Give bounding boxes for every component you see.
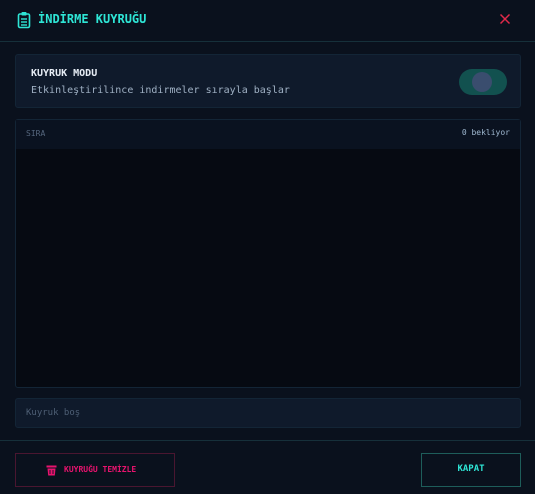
queue-mode-card: KUYRUK MODU Etkinleştirilince indirmeler… [15,54,521,108]
toggle-knob [472,72,492,92]
clear-queue-button[interactable]: KUYRUĞU TEMİZLE [15,453,175,487]
queue-count: 0 bekliyor [461,128,510,137]
dialog-footer: KUYRUĞU TEMİZLE KAPAT [0,440,535,494]
dialog-header: İNDİRME KUYRUĞU [0,0,535,42]
close-icon[interactable] [498,12,512,26]
queue-empty-state: Kuyruk boş [15,398,521,428]
clipboard-icon [17,12,31,29]
close-button-label: KAPAT [457,464,485,474]
queue-empty-text: Kuyruk boş [26,408,81,418]
download-queue-dialog: İNDİRME KUYRUĞU KUYRUK MODU Etkinleştiri… [0,0,535,494]
queue-mode-title: KUYRUK MODU [31,68,98,79]
queue-label: SIRA [26,129,46,138]
queue-mode-toggle[interactable] [459,69,507,95]
queue-list-panel: SIRA 0 bekliyor [15,119,521,388]
queue-mode-description: Etkinleştirilince indirmeler sırayla baş… [31,85,290,96]
close-button[interactable]: KAPAT [421,453,521,487]
queue-list-header: SIRA 0 bekliyor [16,120,520,149]
dialog-title: İNDİRME KUYRUĞU [38,12,147,26]
trash-icon [46,465,57,476]
clear-queue-label: KUYRUĞU TEMİZLE [64,465,137,474]
